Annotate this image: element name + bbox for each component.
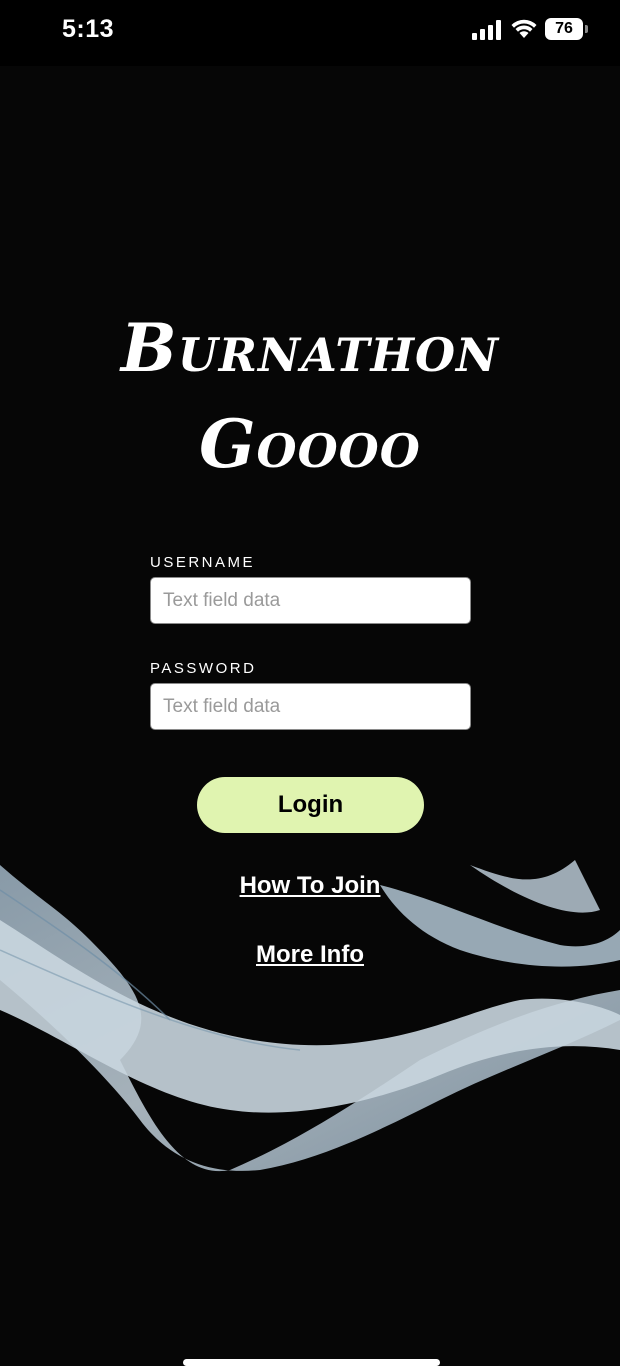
username-label: USERNAME xyxy=(150,554,256,571)
login-button[interactable]: Login xyxy=(197,777,424,833)
password-label: PASSWORD xyxy=(150,660,257,677)
battery-icon: 76 xyxy=(545,18,583,40)
app-title-line-2: Goooo xyxy=(199,405,421,483)
home-indicator[interactable] xyxy=(183,1359,440,1366)
status-time: 5:13 xyxy=(62,15,115,43)
how-to-join-link[interactable]: How To Join xyxy=(0,872,620,900)
signal-icon xyxy=(472,20,501,40)
username-input[interactable] xyxy=(150,577,471,624)
password-input[interactable] xyxy=(150,683,471,730)
more-info-link[interactable]: More Info xyxy=(0,941,620,969)
battery-level: 76 xyxy=(555,20,573,37)
wifi-icon xyxy=(511,19,537,38)
login-screen: 5:13 76 Burnathon Goooo USERNAME Text fi… xyxy=(0,0,620,1366)
app-title: Burnathon Goooo xyxy=(0,300,620,492)
status-bar: 5:13 76 xyxy=(0,0,620,66)
battery-cap xyxy=(585,25,588,33)
app-title-line-1: Burnathon xyxy=(120,309,500,387)
